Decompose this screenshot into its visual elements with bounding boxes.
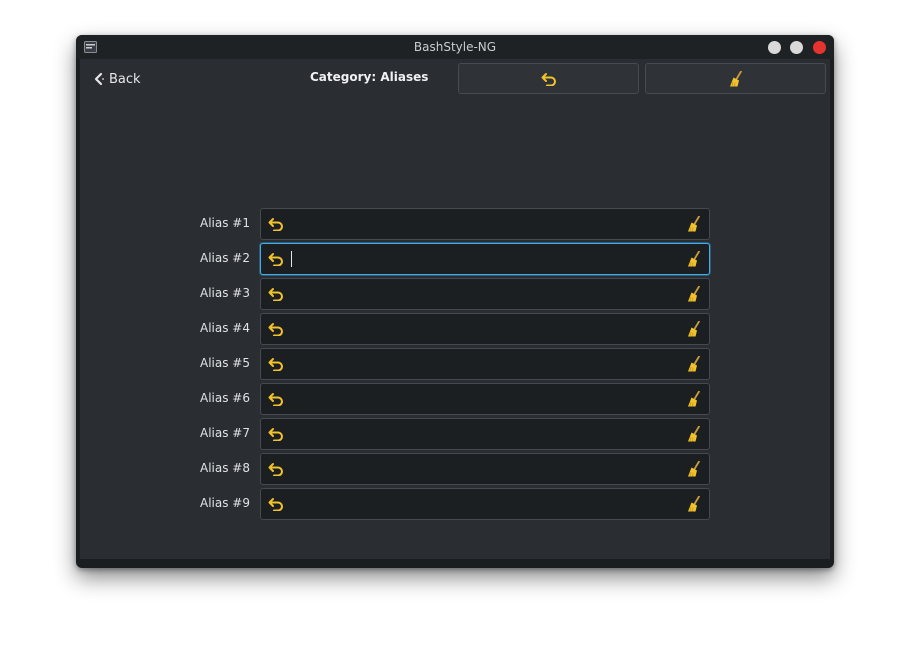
- alias-input-8[interactable]: [260, 453, 710, 485]
- alias-value[interactable]: [291, 251, 671, 267]
- alias-value[interactable]: [291, 496, 671, 512]
- alias-input-9[interactable]: [260, 488, 710, 520]
- alias-row-7: Alias #7: [80, 418, 830, 450]
- undo-arrow-icon[interactable]: [268, 392, 284, 406]
- alias-value[interactable]: [291, 356, 671, 372]
- maximize-button[interactable]: [790, 41, 803, 54]
- alias-row-8: Alias #8: [80, 453, 830, 485]
- alias-label: Alias #9: [200, 496, 250, 510]
- alias-label: Alias #3: [200, 286, 250, 300]
- undo-arrow-icon[interactable]: [268, 252, 284, 266]
- window-title: BashStyle-NG: [413, 40, 497, 54]
- alias-row-3: Alias #3: [80, 278, 830, 310]
- undo-arrow-icon[interactable]: [268, 462, 284, 476]
- chevron-left-icon: [94, 72, 104, 86]
- broom-icon[interactable]: [687, 321, 701, 337]
- back-button[interactable]: Back: [92, 68, 141, 90]
- title-bar[interactable]: BashStyle-NG: [76, 35, 834, 59]
- page-title: Category: Aliases: [310, 70, 429, 84]
- alias-label: Alias #2: [200, 251, 250, 265]
- close-button[interactable]: [813, 41, 826, 54]
- broom-icon[interactable]: [687, 216, 701, 232]
- undo-arrow-icon[interactable]: [268, 217, 284, 231]
- minimize-button[interactable]: [768, 41, 781, 54]
- alias-label: Alias #6: [200, 391, 250, 405]
- broom-icon[interactable]: [687, 251, 701, 267]
- back-label: Back: [109, 71, 141, 87]
- alias-row-6: Alias #6: [80, 383, 830, 415]
- broom-icon[interactable]: [687, 496, 701, 512]
- alias-input-6[interactable]: [260, 383, 710, 415]
- undo-arrow-icon[interactable]: [268, 287, 284, 301]
- alias-value[interactable]: [291, 321, 671, 337]
- clear-all-button[interactable]: [645, 63, 826, 94]
- broom-icon[interactable]: [687, 391, 701, 407]
- alias-label: Alias #4: [200, 321, 250, 335]
- alias-row-2: Alias #2: [80, 243, 830, 275]
- broom-icon: [729, 70, 742, 87]
- alias-input-3[interactable]: [260, 278, 710, 310]
- alias-input-1[interactable]: [260, 208, 710, 240]
- alias-input-7[interactable]: [260, 418, 710, 450]
- alias-value[interactable]: [291, 426, 671, 442]
- text-cursor: [291, 251, 292, 267]
- undo-arrow-icon: [541, 72, 556, 86]
- undo-all-button[interactable]: [458, 63, 639, 94]
- alias-input-2[interactable]: [260, 243, 710, 275]
- alias-row-9: Alias #9: [80, 488, 830, 520]
- alias-value[interactable]: [291, 286, 671, 302]
- undo-arrow-icon[interactable]: [268, 427, 284, 441]
- alias-input-5[interactable]: [260, 348, 710, 380]
- alias-value[interactable]: [291, 391, 671, 407]
- undo-arrow-icon[interactable]: [268, 322, 284, 336]
- app-window: BashStyle-NG Back Category: Aliases Alia…: [76, 35, 834, 568]
- alias-input-4[interactable]: [260, 313, 710, 345]
- alias-label: Alias #7: [200, 426, 250, 440]
- alias-row-1: Alias #1: [80, 208, 830, 240]
- undo-arrow-icon[interactable]: [268, 497, 284, 511]
- broom-icon[interactable]: [687, 426, 701, 442]
- alias-label: Alias #8: [200, 461, 250, 475]
- broom-icon[interactable]: [687, 286, 701, 302]
- alias-label: Alias #5: [200, 356, 250, 370]
- alias-value[interactable]: [291, 216, 671, 232]
- main-panel: Back Category: Aliases Alias #1 Alias #2…: [80, 59, 830, 559]
- alias-label: Alias #1: [200, 216, 250, 230]
- undo-arrow-icon[interactable]: [268, 357, 284, 371]
- alias-row-4: Alias #4: [80, 313, 830, 345]
- broom-icon[interactable]: [687, 356, 701, 372]
- alias-value[interactable]: [291, 461, 671, 477]
- alias-row-5: Alias #5: [80, 348, 830, 380]
- broom-icon[interactable]: [687, 461, 701, 477]
